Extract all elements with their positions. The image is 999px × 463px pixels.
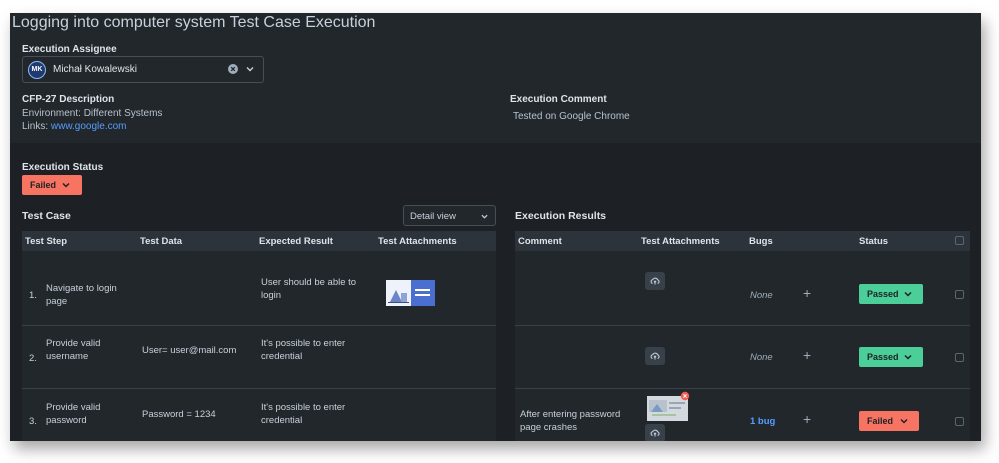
upload-button[interactable] xyxy=(645,347,665,365)
step-number: 3. xyxy=(29,416,37,427)
execution-status-dropdown[interactable]: Failed xyxy=(22,175,82,195)
description-heading: CFP-27 Description xyxy=(22,94,115,105)
expected-result: It's possible to enter credential xyxy=(261,402,346,426)
execution-window: Logging into computer system Test Case E… xyxy=(10,13,981,441)
assignee-label: Execution Assignee xyxy=(22,44,117,55)
chevron-down-icon xyxy=(481,214,488,219)
chevron-down-icon xyxy=(904,291,912,297)
expected-result: It's possible to enter credential xyxy=(261,338,346,362)
plus-icon[interactable]: + xyxy=(803,347,811,363)
bugs-value: None xyxy=(750,352,773,363)
chevron-down-icon xyxy=(62,182,70,188)
test-data: Password = 1234 xyxy=(142,409,216,420)
google-link[interactable]: www.google.com xyxy=(51,121,127,132)
upload-button[interactable] xyxy=(645,272,665,290)
bugs-link[interactable]: 1 bug xyxy=(750,415,775,428)
plus-icon[interactable]: + xyxy=(803,411,811,427)
column-test-step: Test Step xyxy=(25,236,68,247)
links-row: Links: www.google.com xyxy=(22,121,127,132)
test-case-table: Test Step Test Data Expected Result Test… xyxy=(22,231,496,441)
avatar: MK xyxy=(28,61,46,79)
column-bugs: Bugs xyxy=(749,236,773,247)
table-header: Test Step Test Data Expected Result Test… xyxy=(22,231,496,251)
status-dropdown[interactable]: Passed xyxy=(859,284,923,304)
plus-icon[interactable]: + xyxy=(803,285,811,301)
column-comment: Comment xyxy=(518,236,562,247)
step-number: 1. xyxy=(29,290,37,301)
attachment-thumbnail[interactable] xyxy=(645,391,690,421)
row-checkbox[interactable] xyxy=(955,417,964,426)
status-dropdown[interactable]: Failed xyxy=(859,411,919,431)
column-test-data: Test Data xyxy=(140,236,183,247)
attachment-thumbnail[interactable] xyxy=(386,280,435,306)
upload-cloud-icon xyxy=(650,352,660,360)
execution-status-label: Execution Status xyxy=(22,162,104,173)
clear-icon[interactable] xyxy=(228,64,238,74)
test-step: Provide valid password xyxy=(46,402,101,426)
column-expected-result: Expected Result xyxy=(259,236,333,247)
expected-result: User should be able to login xyxy=(261,277,357,301)
assignee-name: Michał Kowalewski xyxy=(53,64,137,75)
links-label: Links: xyxy=(22,121,49,132)
result-comment: After entering password page crashes xyxy=(520,409,621,433)
row-checkbox[interactable] xyxy=(955,290,964,299)
assignee-select[interactable]: MK Michał Kowalewski xyxy=(22,56,264,83)
results-table: Comment Test Attachments Bugs Status Non… xyxy=(515,231,970,441)
table-header: Comment Test Attachments Bugs Status xyxy=(515,231,970,251)
upload-button[interactable] xyxy=(645,424,665,441)
test-step: Provide valid username xyxy=(46,338,101,362)
test-data: User= user@mail.com xyxy=(142,345,237,356)
column-test-attachments: Test Attachments xyxy=(378,236,457,247)
column-status: Status xyxy=(859,236,889,247)
environment-text: Environment: Different Systems xyxy=(22,108,163,119)
upload-cloud-icon xyxy=(650,429,660,437)
upload-cloud-icon xyxy=(650,277,660,285)
page-title: Logging into computer system Test Case E… xyxy=(12,14,376,31)
chevron-down-icon xyxy=(900,418,908,424)
comment-text: Tested on Google Chrome xyxy=(513,111,630,122)
view-select-value: Detail view xyxy=(410,211,456,222)
status-dropdown[interactable]: Passed xyxy=(859,347,923,367)
chevron-down-icon xyxy=(904,354,912,360)
execution-status-value: Failed xyxy=(30,180,57,190)
comment-heading: Execution Comment xyxy=(510,94,607,105)
test-step: Navigate to login page xyxy=(46,283,117,307)
select-all-checkbox[interactable] xyxy=(955,236,964,245)
results-heading: Execution Results xyxy=(515,210,607,222)
column-test-attachments: Test Attachments xyxy=(641,236,720,247)
bugs-value: None xyxy=(750,290,773,301)
test-case-heading: Test Case xyxy=(22,210,71,222)
row-checkbox[interactable] xyxy=(955,353,964,362)
chevron-down-icon[interactable] xyxy=(246,65,254,73)
step-number: 2. xyxy=(29,353,37,364)
view-select[interactable]: Detail view xyxy=(403,205,496,226)
